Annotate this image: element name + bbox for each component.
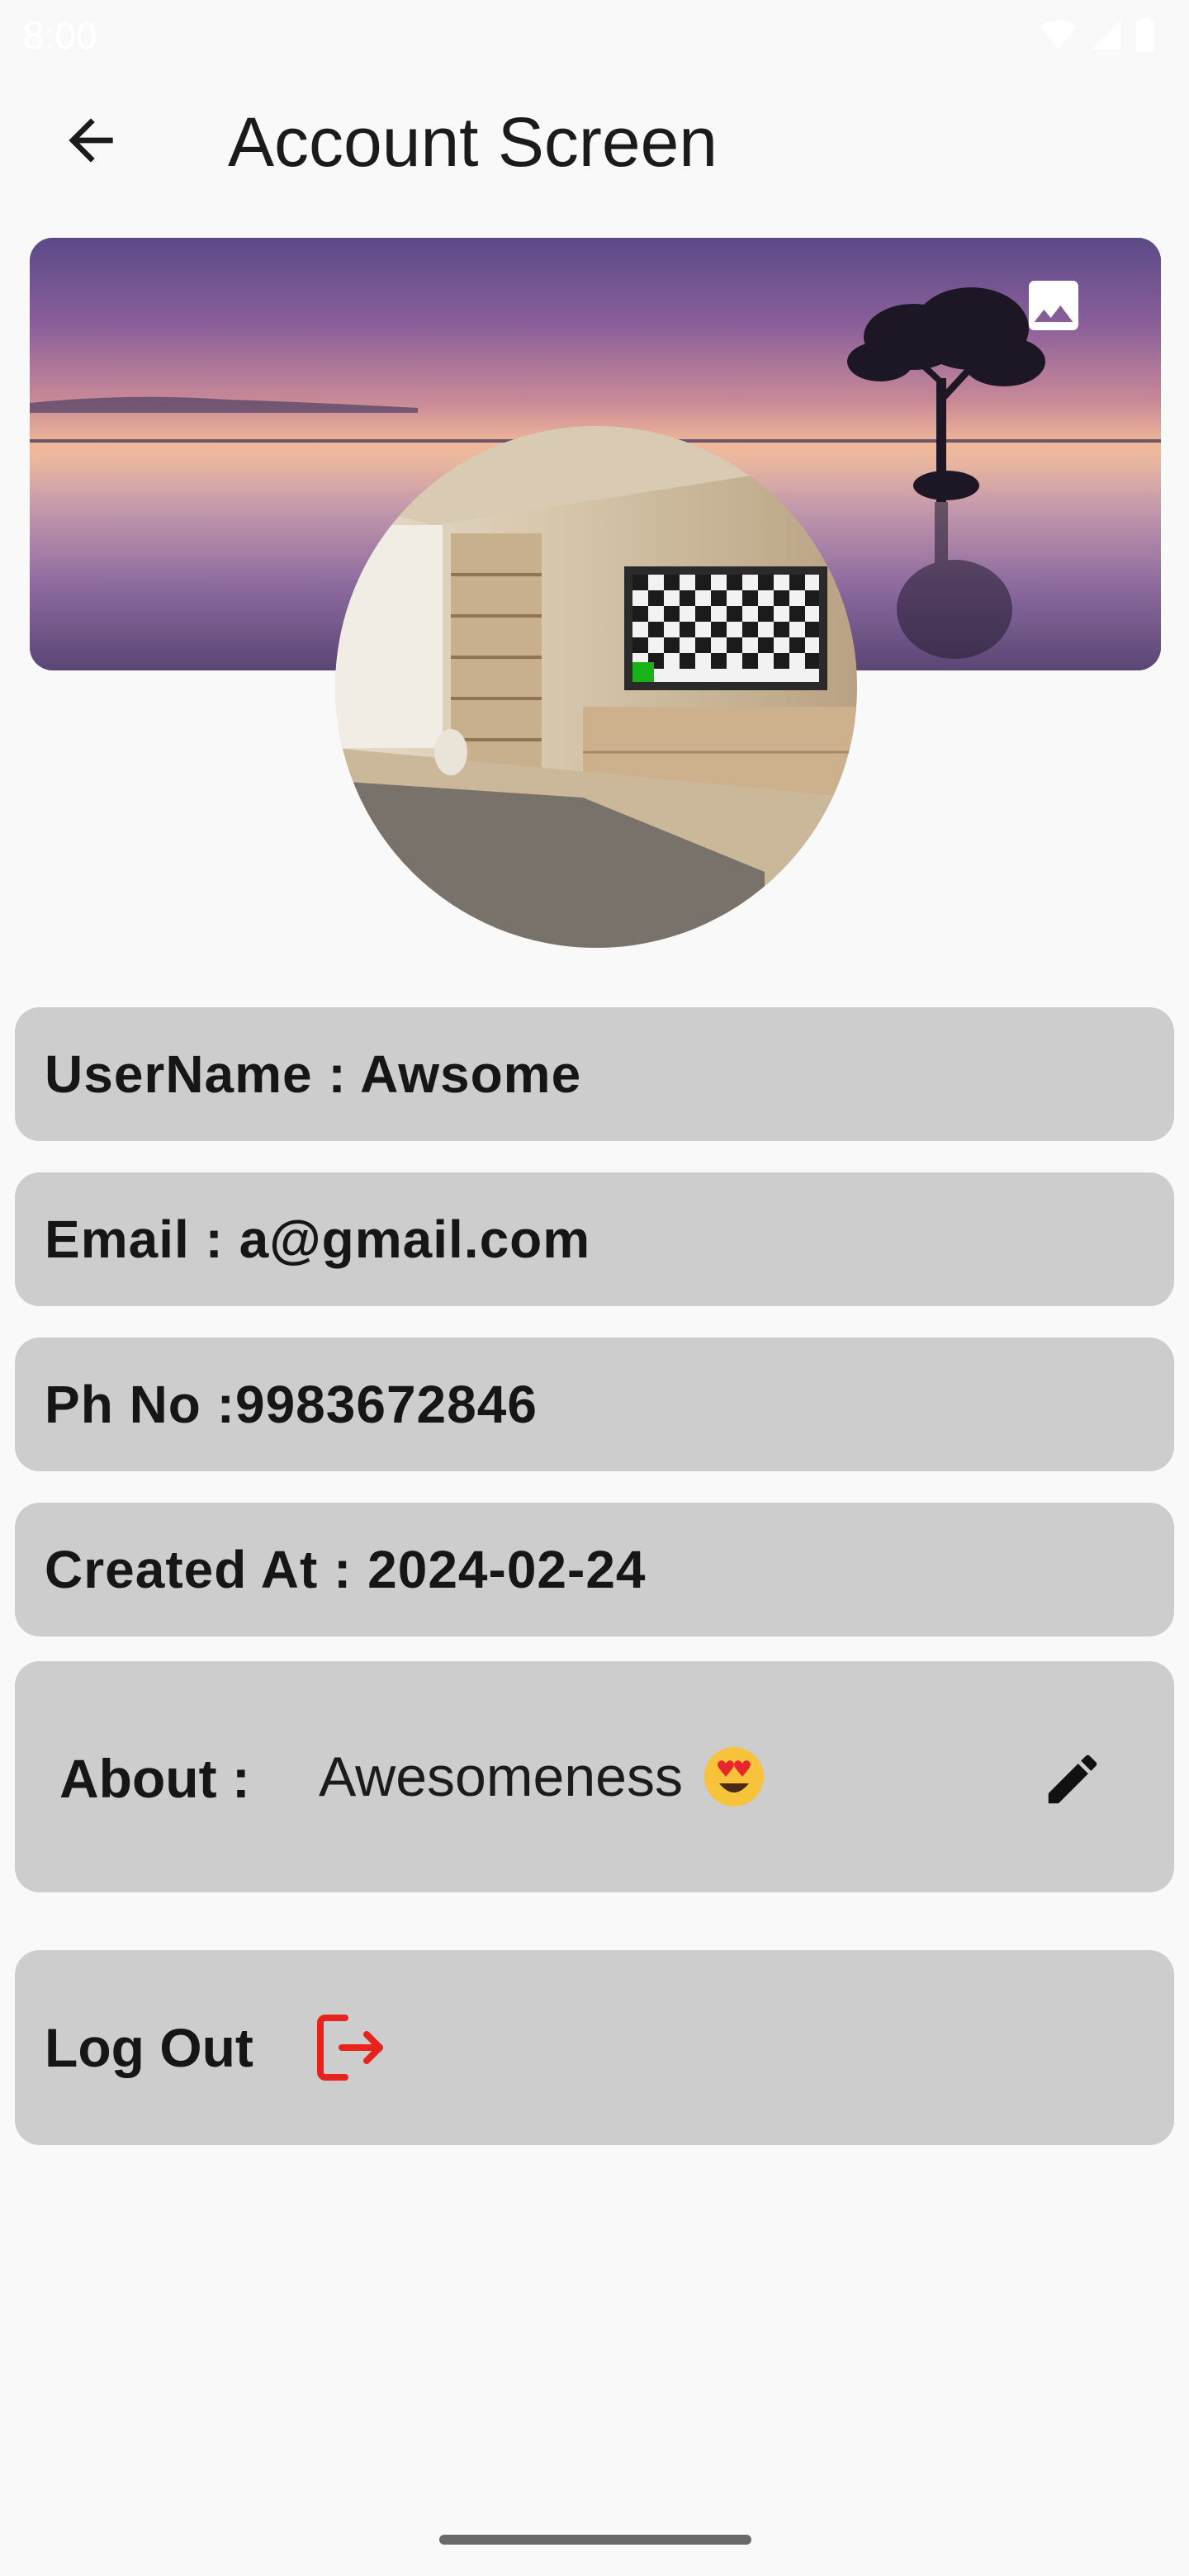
username-text: UserName : Awsome [45, 1044, 582, 1104]
heart-eyes-emoji [703, 1747, 764, 1807]
about-label: About : [59, 1748, 250, 1809]
about-value: Awesomeness [319, 1744, 767, 1810]
status-time: 8:00 [23, 14, 97, 57]
username-card: UserName : Awsome [15, 1007, 1174, 1141]
status-icons [1039, 17, 1156, 53]
gesture-navigation-bar[interactable] [439, 2535, 751, 2545]
email-card: Email : a@gmail.com [15, 1172, 1174, 1306]
page-title: Account Screen [228, 103, 718, 181]
arrow-back-icon [69, 118, 113, 163]
phone-text: Ph No :9983672846 [45, 1375, 538, 1434]
tv-screen [624, 566, 827, 690]
about-card: About : Awesomeness [15, 1661, 1174, 1892]
status-bar: 8:00 [0, 0, 1189, 66]
battery-icon [1136, 17, 1154, 52]
avatar[interactable] [335, 426, 857, 948]
about-value-text: Awesomeness [319, 1745, 683, 1808]
wifi-icon [1040, 20, 1077, 50]
created-at-text: Created At : 2024-02-24 [45, 1540, 647, 1599]
top-app-bar: Account Screen [0, 83, 1189, 198]
account-screen: 8:00 Account Screen UserName: Awsome Em… [0, 0, 1189, 2576]
email-text: Email : a@gmail.com [45, 1210, 591, 1269]
edit-about-button[interactable] [1035, 1742, 1110, 1816]
back-button[interactable] [50, 99, 132, 182]
created-at-card: Created At : 2024-02-24 [15, 1503, 1174, 1636]
pencil-edit-icon [1048, 1754, 1097, 1804]
phone-card: Ph No :9983672846 [15, 1338, 1174, 1471]
image-icon [1029, 281, 1078, 330]
cellular-signal-icon [1092, 20, 1121, 50]
logout-icon [317, 2015, 383, 2081]
change-cover-button[interactable] [1021, 272, 1087, 339]
logout-button[interactable]: Log Out [15, 1950, 1174, 2145]
room-interior-photo [335, 426, 857, 948]
logout-label: Log Out [45, 2017, 253, 2078]
